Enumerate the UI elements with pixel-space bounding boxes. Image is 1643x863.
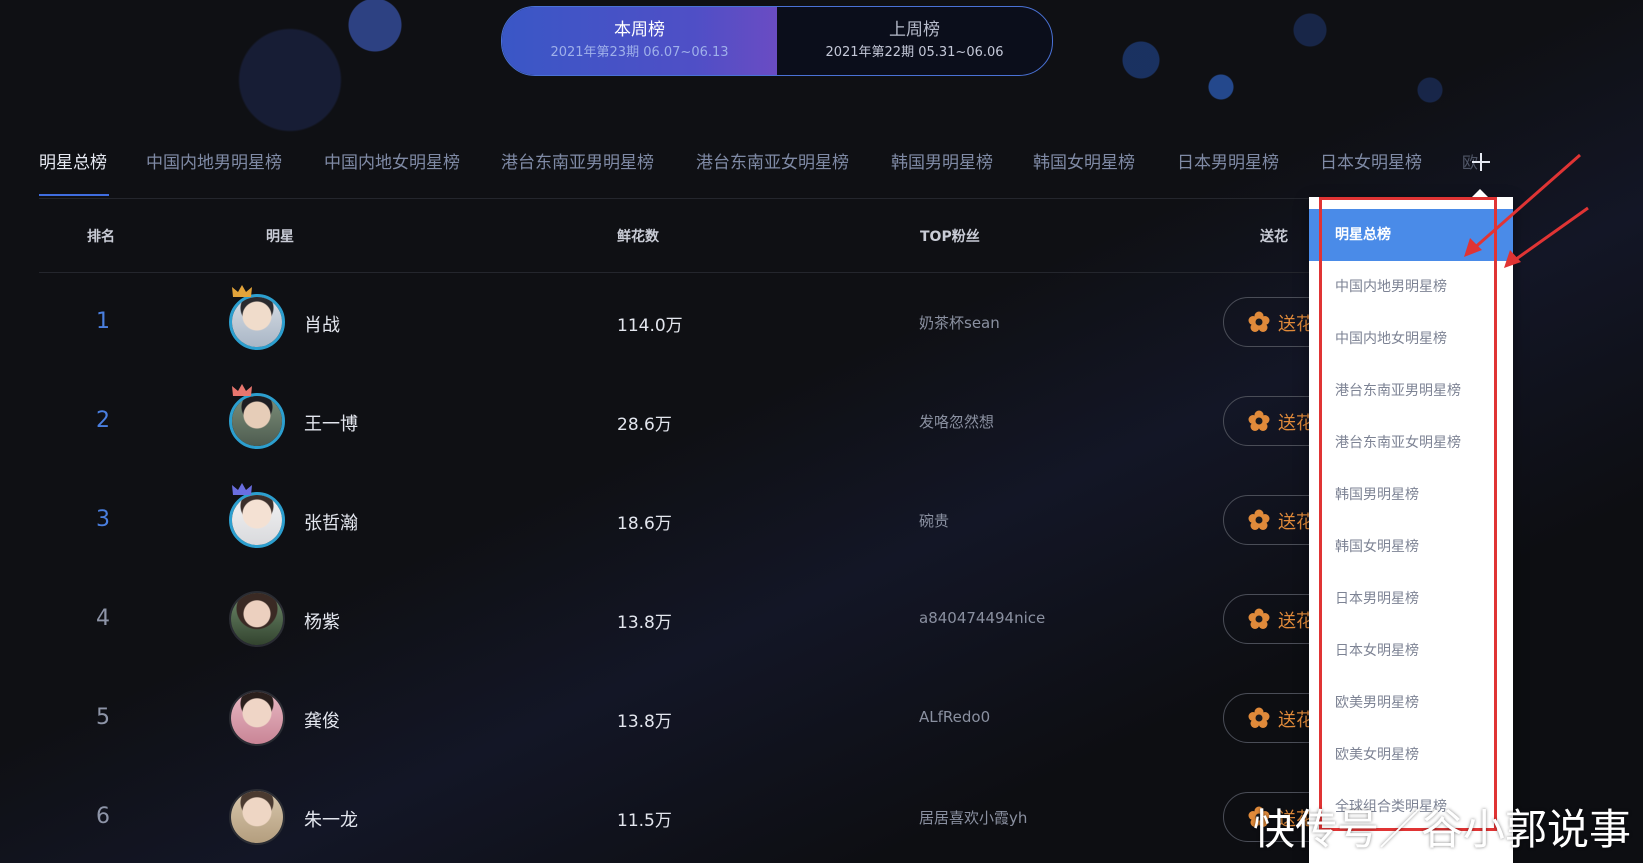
crown-pink-icon <box>232 384 252 396</box>
tab-japan-female[interactable]: 日本女明星榜 <box>1320 148 1422 178</box>
star-name[interactable]: 杨紫 <box>304 608 340 634</box>
dropdown-item-western-female[interactable]: 欧美女明星榜 <box>1309 729 1513 781</box>
dropdown-item-japan-male[interactable]: 日本男明星榜 <box>1309 573 1513 625</box>
flower-count: 13.8万 <box>617 712 672 732</box>
header-rank: 排名 <box>87 229 115 245</box>
avatar[interactable] <box>229 294 285 350</box>
tab-last-week[interactable]: 上周榜 2021年第22期 05.31~06.06 <box>777 7 1052 75</box>
top-fan[interactable]: a840474494nice <box>919 609 1045 627</box>
rank-number: 5 <box>96 705 110 730</box>
this-week-range: 2021年第23期 06.07~06.13 <box>550 45 729 60</box>
tab-japan-male[interactable]: 日本男明星榜 <box>1177 148 1279 178</box>
period-switch: 本周榜 2021年第23期 06.07~06.13 上周榜 2021年第22期 … <box>501 6 1053 76</box>
tab-mainland-female[interactable]: 中国内地女明星榜 <box>324 148 460 178</box>
avatar[interactable] <box>229 393 285 449</box>
top-fan[interactable]: 碗贵 <box>919 510 949 531</box>
top-fan[interactable]: ALfRedo0 <box>919 708 990 726</box>
header-top-fan: TOP粉丝 <box>920 229 980 245</box>
top-fan[interactable]: 奶茶杯sean <box>919 312 1000 333</box>
header-flowers: 鲜花数 <box>617 229 659 245</box>
tab-hk-tw-sea-female[interactable]: 港台东南亚女明星榜 <box>696 148 849 178</box>
watermark-text: 快传号／谷小郭说事 <box>1253 805 1632 854</box>
rank-number: 2 <box>96 408 110 433</box>
crown-purple-icon <box>232 483 252 495</box>
flower-icon <box>1248 608 1270 629</box>
dropdown-item-western-male[interactable]: 欧美男明星榜 <box>1309 677 1513 729</box>
category-tabs: 明星总榜 中国内地男明星榜 中国内地女明星榜 港台东南亚男明星榜 港台东南亚女明… <box>39 148 1519 198</box>
dropdown-item-mainland-female[interactable]: 中国内地女明星榜 <box>1309 313 1513 365</box>
dropdown-item-mainland-male[interactable]: 中国内地男明星榜 <box>1309 261 1513 313</box>
this-week-title: 本周榜 <box>614 20 665 40</box>
header-send: 送花 <box>1260 229 1288 245</box>
avatar[interactable] <box>229 789 285 845</box>
star-name[interactable]: 肖战 <box>304 311 340 337</box>
avatar[interactable] <box>229 690 285 746</box>
flower-count: 11.5万 <box>617 811 672 831</box>
category-dropdown: 明星总榜 中国内地男明星榜 中国内地女明星榜 港台东南亚男明星榜 港台东南亚女明… <box>1309 189 1513 863</box>
top-fan[interactable]: 居居喜欢小霞yh <box>919 807 1027 828</box>
flower-icon <box>1248 311 1270 332</box>
ranking-page: 本周榜 2021年第23期 06.07~06.13 上周榜 2021年第22期 … <box>0 0 1643 863</box>
flower-icon <box>1248 509 1270 530</box>
last-week-title: 上周榜 <box>889 20 940 40</box>
avatar[interactable] <box>229 492 285 548</box>
dropdown-item-hk-tw-sea-female[interactable]: 港台东南亚女明星榜 <box>1309 417 1513 469</box>
table-header: 排名 明星 鲜花数 TOP粉丝 送花 <box>39 212 1319 262</box>
dropdown-item-korea-female[interactable]: 韩国女明星榜 <box>1309 521 1513 573</box>
tab-star-overall[interactable]: 明星总榜 <box>39 148 109 196</box>
flower-count: 13.8万 <box>617 613 672 633</box>
flower-icon <box>1248 410 1270 431</box>
top-fan[interactable]: 发咯忽然想 <box>919 411 994 432</box>
plus-icon[interactable] <box>1469 150 1493 174</box>
avatar[interactable] <box>229 591 285 647</box>
flower-icon <box>1248 707 1270 728</box>
last-week-range: 2021年第22期 05.31~06.06 <box>825 45 1004 60</box>
dropdown-item-korea-male[interactable]: 韩国男明星榜 <box>1309 469 1513 521</box>
rank-number: 6 <box>96 804 110 829</box>
dropdown-item-hk-tw-sea-male[interactable]: 港台东南亚男明星榜 <box>1309 365 1513 417</box>
tab-korea-male[interactable]: 韩国男明星榜 <box>891 148 993 178</box>
dropdown-item-japan-female[interactable]: 日本女明星榜 <box>1309 625 1513 677</box>
tab-korea-female[interactable]: 韩国女明星榜 <box>1033 148 1135 178</box>
star-name[interactable]: 张哲瀚 <box>304 509 358 535</box>
flower-count: 18.6万 <box>617 514 672 534</box>
tab-mainland-male[interactable]: 中国内地男明星榜 <box>146 148 282 178</box>
star-name[interactable]: 朱一龙 <box>304 806 358 832</box>
tabs-divider <box>39 198 1309 199</box>
star-name[interactable]: 王一博 <box>304 410 358 436</box>
rank-number: 1 <box>96 309 110 334</box>
flower-count: 114.0万 <box>617 316 683 336</box>
dropdown-item-star-overall[interactable]: 明星总榜 <box>1309 209 1513 261</box>
header-star: 明星 <box>266 229 294 245</box>
star-name[interactable]: 龚俊 <box>304 707 340 733</box>
crown-gold-icon <box>232 285 252 297</box>
tab-this-week[interactable]: 本周榜 2021年第23期 06.07~06.13 <box>502 7 777 75</box>
rank-number: 4 <box>96 606 110 631</box>
rank-number: 3 <box>96 507 110 532</box>
flower-count: 28.6万 <box>617 415 672 435</box>
tab-hk-tw-sea-male[interactable]: 港台东南亚男明星榜 <box>501 148 654 178</box>
